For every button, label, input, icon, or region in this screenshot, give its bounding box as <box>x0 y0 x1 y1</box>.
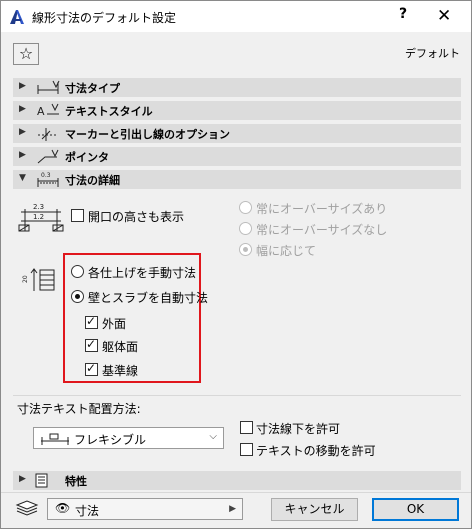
section-properties[interactable]: ▶ 特性 <box>13 471 461 490</box>
core-face-checkbox[interactable] <box>85 337 98 352</box>
section-marker[interactable]: ▶ マーカーと引出し線のオプション <box>13 124 461 143</box>
wall-layer-icon: 20 <box>22 268 55 291</box>
placement-select[interactable]: フレキシブル ⌵ <box>33 427 224 449</box>
chevron-right-icon: ▶ <box>19 104 26 114</box>
text-style-icon: A <box>37 103 59 118</box>
oversize-never-label: 常にオーバーサイズなし <box>256 223 388 237</box>
icon-top-text: 2.3 <box>33 203 44 211</box>
dim-detail-icon: 0.3 <box>37 172 59 187</box>
help-button[interactable]: ? <box>399 6 407 22</box>
core-face-label: 躯体面 <box>102 340 139 354</box>
section-dim-detail[interactable]: ▼ 0.3 寸法の詳細 <box>13 170 461 189</box>
chevron-right-icon: ▶ <box>19 81 26 91</box>
ok-button[interactable]: OK <box>372 498 459 521</box>
close-button[interactable]: ✕ <box>437 6 451 26</box>
layer-select[interactable]: 👁 寸法 ▶ <box>47 498 243 520</box>
footer-divider <box>1 492 471 493</box>
section-pointer[interactable]: ▶ ポインタ <box>13 147 461 166</box>
finish-manual-radio[interactable] <box>71 265 84 278</box>
show-opening-height-checkbox[interactable] <box>71 209 84 222</box>
section-label: 寸法タイプ <box>65 82 120 95</box>
section-label: 特性 <box>65 475 87 488</box>
window-title: 線形寸法のデフォルト設定 <box>32 11 177 25</box>
title-bar: 線形寸法のデフォルト設定 ? ✕ <box>1 1 471 32</box>
dialog-window: 線形寸法のデフォルト設定 ? ✕ ☆ デフォルト ▶ 寸法タイプ ▶ A テキス… <box>0 0 472 529</box>
section-text-style[interactable]: ▶ A テキストスタイル <box>13 101 461 120</box>
allow-below-label: 寸法線下を許可 <box>256 422 341 436</box>
placement-divider <box>13 395 461 396</box>
layer-value: 寸法 <box>75 504 100 518</box>
oversize-always-label: 常にオーバーサイズあり <box>256 202 388 216</box>
icon-bottom-text: 1.2 <box>33 213 44 221</box>
properties-icon <box>35 473 48 488</box>
dim-type-icon <box>37 80 60 94</box>
section-label: マーカーと引出し線のオプション <box>65 128 230 141</box>
pointer-icon <box>37 149 59 164</box>
outer-face-label: 外面 <box>102 317 127 331</box>
allow-move-label: テキストの移動を許可 <box>256 444 376 458</box>
flexible-placement-icon <box>41 433 69 445</box>
wall-slab-auto-label: 壁とスラブを自動寸法 <box>88 291 209 305</box>
opening-height-icon: 2.3 1.2 <box>18 203 64 232</box>
chevron-right-icon: ▶ <box>19 474 26 484</box>
svg-text:0.3: 0.3 <box>41 172 51 179</box>
finish-manual-label: 各仕上げを手動寸法 <box>88 266 197 280</box>
svg-text:A: A <box>37 105 45 118</box>
section-label: ポインタ <box>65 151 109 164</box>
oversize-always-radio[interactable] <box>239 201 252 214</box>
chevron-down-icon: ⌵ <box>209 431 217 442</box>
outer-face-checkbox[interactable] <box>85 314 98 329</box>
favorites-button[interactable]: ☆ <box>13 43 39 65</box>
allow-below-checkbox[interactable] <box>240 421 253 434</box>
placement-selected-value: フレキシブル <box>74 433 147 447</box>
reference-line-checkbox[interactable] <box>85 361 98 376</box>
oversize-by-width-label: 幅に応じて <box>256 244 317 258</box>
chevron-right-icon: ▶ <box>19 127 26 137</box>
placement-heading: 寸法テキスト配置方法: <box>17 402 141 416</box>
reference-line-label: 基準線 <box>102 364 139 378</box>
show-opening-height-label: 開口の高さも表示 <box>88 210 185 224</box>
eye-icon: 👁 <box>55 501 71 515</box>
oversize-by-width-radio[interactable] <box>239 243 252 256</box>
cancel-button[interactable]: キャンセル <box>271 498 358 521</box>
section-label: テキストスタイル <box>65 105 153 118</box>
chevron-right-icon: ▶ <box>19 150 26 160</box>
archicad-app-icon <box>10 10 24 24</box>
chevron-down-icon: ▼ <box>19 173 26 183</box>
oversize-never-radio[interactable] <box>239 222 252 235</box>
chevron-right-icon: ▶ <box>229 504 236 514</box>
default-label: デフォルト <box>405 47 460 60</box>
marker-icon <box>38 128 57 141</box>
wall-slab-auto-radio[interactable] <box>71 290 84 303</box>
layers-icon <box>15 500 39 516</box>
allow-move-checkbox[interactable] <box>240 443 253 456</box>
star-icon: ☆ <box>18 44 34 63</box>
section-label: 寸法の詳細 <box>65 174 120 187</box>
icon-side-text: 20 <box>22 275 29 283</box>
section-dim-type[interactable]: ▶ 寸法タイプ <box>13 78 461 97</box>
